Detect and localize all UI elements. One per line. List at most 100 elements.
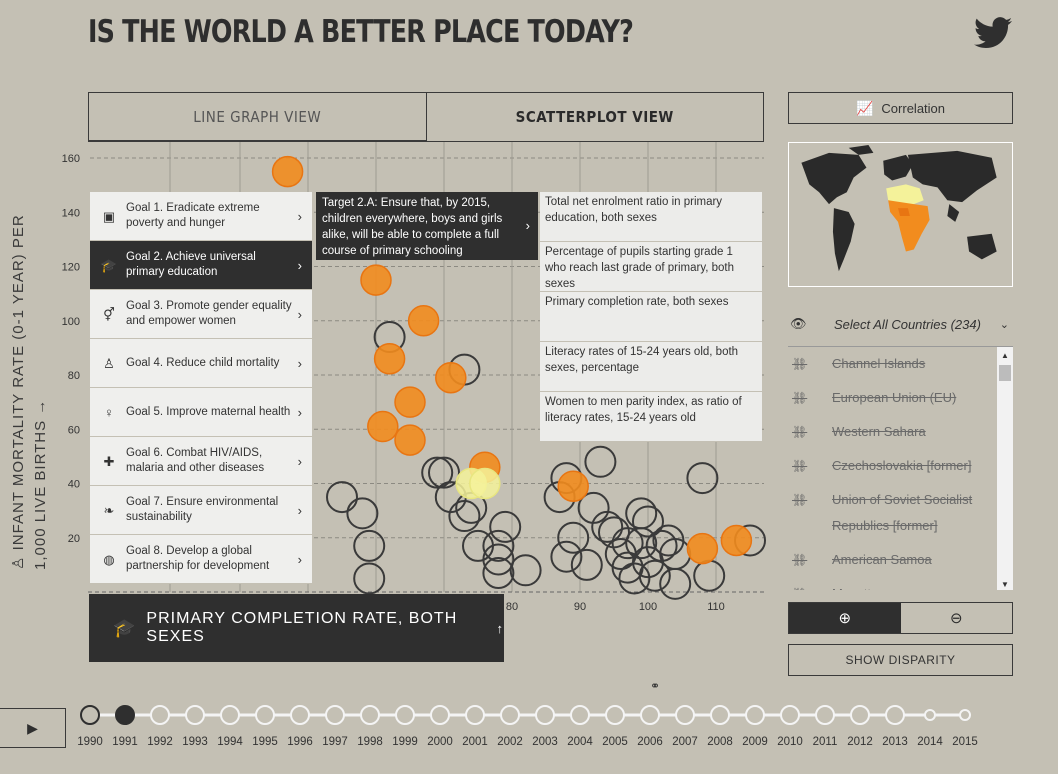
timeline-year-label[interactable]: 2010: [777, 736, 803, 748]
timeline-year-dot[interactable]: [115, 705, 135, 725]
data-point[interactable]: [509, 554, 542, 587]
data-point[interactable]: [394, 424, 426, 456]
timeline-year-label[interactable]: 1997: [322, 736, 348, 748]
data-point[interactable]: [353, 529, 386, 562]
timeline-year-label[interactable]: 1999: [392, 736, 418, 748]
data-point[interactable]: [550, 540, 583, 573]
timeline-year-label[interactable]: 2015: [952, 736, 978, 748]
timeline-year-dot[interactable]: [780, 705, 800, 725]
data-point[interactable]: [482, 529, 515, 562]
timeline-year-dot[interactable]: [220, 705, 240, 725]
zoom-out-button[interactable]: ⊖: [901, 603, 1013, 633]
timeline-year-label[interactable]: 1998: [357, 736, 383, 748]
timeline-year-label[interactable]: 1993: [182, 736, 208, 748]
data-point[interactable]: [591, 510, 624, 543]
y-axis-label[interactable]: ♙ INFANT MORTALITY RATE (0-1 YEAR) PER 1…: [8, 170, 52, 570]
timeline-year-dot[interactable]: [745, 705, 765, 725]
timeline-year-label[interactable]: 1996: [287, 736, 313, 748]
data-point[interactable]: [367, 410, 399, 443]
data-point[interactable]: [346, 497, 379, 530]
timeline-year-label[interactable]: 2001: [462, 736, 488, 748]
timeline-year-label[interactable]: 2000: [427, 736, 453, 748]
country-list-scrollbar[interactable]: ▲ ▼: [997, 347, 1013, 590]
scrollbar-thumb[interactable]: [999, 365, 1011, 381]
data-point[interactable]: [469, 467, 501, 500]
country-item[interactable]: ⛓ European Union (EU): [788, 381, 1013, 415]
data-point[interactable]: [686, 462, 719, 495]
data-point[interactable]: [659, 567, 692, 600]
timeline-year-label[interactable]: 2009: [742, 736, 768, 748]
data-point[interactable]: [353, 562, 386, 595]
timeline-year-dot[interactable]: [959, 709, 971, 721]
country-item[interactable]: ⛓ Union of Soviet Socialist Republics [fo…: [788, 483, 1013, 543]
goal-item-1[interactable]: ▣ Goal 1. Eradicate extreme poverty and h…: [90, 192, 312, 241]
data-point[interactable]: [271, 155, 304, 188]
goal-item-7[interactable]: ❧ Goal 7. Ensure environmental sustainabi…: [90, 486, 312, 535]
data-point[interactable]: [448, 500, 481, 533]
timeline-year-dot[interactable]: [290, 705, 310, 725]
timeline-year-dot[interactable]: [710, 705, 730, 725]
timeline-year-dot[interactable]: [185, 705, 205, 725]
country-list[interactable]: ⛓ Channel Islands ⛓ European Union (EU) ⛓ Wes…: [788, 346, 1013, 590]
link-icon[interactable]: ⚭: [650, 679, 660, 693]
data-point[interactable]: [326, 481, 358, 514]
timeline-year-dot[interactable]: [605, 705, 625, 725]
timeline-year-dot[interactable]: [325, 705, 345, 725]
indicator-item-1[interactable]: Total net enrolment ratio in primary edu…: [540, 192, 762, 242]
timeline-year-label[interactable]: 2007: [672, 736, 698, 748]
data-point[interactable]: [394, 386, 426, 418]
data-point[interactable]: [570, 548, 603, 581]
timeline-year-dot[interactable]: [360, 705, 380, 725]
country-item[interactable]: ⛓ Mayotte: [788, 577, 1013, 590]
chevron-down-icon[interactable]: ⌄: [1000, 318, 1009, 331]
country-item[interactable]: ⛓ Channel Islands: [788, 347, 1013, 381]
goal-item-4[interactable]: ♙ Goal 4. Reduce child mortality ›: [90, 339, 312, 388]
timeline-year-dot[interactable]: [640, 705, 660, 725]
target-2a-item[interactable]: Target 2.A: Ensure that, by 2015, childr…: [316, 192, 538, 260]
country-item[interactable]: ⛓ Western Sahara: [788, 415, 1013, 449]
timeline-year-label[interactable]: 2008: [707, 736, 733, 748]
timeline-year-dot[interactable]: [815, 705, 835, 725]
data-point[interactable]: [360, 264, 392, 296]
goal-item-8[interactable]: ◍ Goal 8. Develop a global partnership fo…: [90, 535, 312, 584]
timeline-year-label[interactable]: 2012: [847, 736, 873, 748]
data-point[interactable]: [373, 342, 406, 375]
timeline-year-dot[interactable]: [675, 705, 695, 725]
timeline-year-label[interactable]: 1990: [77, 736, 103, 748]
correlation-button[interactable]: 📈 Correlation: [788, 92, 1013, 124]
tab-scatterplot-view[interactable]: SCATTERPLOT VIEW: [425, 93, 763, 141]
scroll-up-icon[interactable]: ▲: [1001, 351, 1009, 360]
timeline-year-label[interactable]: 1994: [217, 736, 243, 748]
tab-line-graph-view[interactable]: LINE GRAPH VIEW: [89, 93, 426, 141]
data-point[interactable]: [598, 516, 630, 549]
timeline-year-label[interactable]: 2003: [532, 736, 558, 748]
timeline-year-dot[interactable]: [430, 705, 450, 725]
world-map[interactable]: [788, 142, 1013, 287]
indicator-item-2[interactable]: Percentage of pupils starting grade 1 wh…: [540, 242, 762, 292]
data-point[interactable]: [482, 543, 515, 576]
scroll-down-icon[interactable]: ▼: [1001, 580, 1009, 589]
timeline-year-dot[interactable]: [570, 705, 590, 725]
goal-item-2[interactable]: 🎓 Goal 2. Achieve universal primary educa…: [90, 241, 312, 290]
goal-item-3[interactable]: ⚥ Goal 3. Promote gender equality and emp…: [90, 290, 312, 339]
timeline-year-dot[interactable]: [465, 705, 485, 725]
data-point[interactable]: [625, 497, 658, 530]
goal-item-5[interactable]: ♀ Goal 5. Improve maternal health ›: [90, 388, 312, 437]
timeline-year-dot[interactable]: [80, 705, 100, 725]
select-all-countries[interactable]: 👁 Select All Countries (234) ⌄: [788, 312, 1013, 336]
timeline-year-label[interactable]: 1991: [112, 736, 138, 748]
timeline-year-label[interactable]: 2005: [602, 736, 628, 748]
timeline-year-label[interactable]: 1992: [147, 736, 173, 748]
x-axis-selector[interactable]: 🎓 PRIMARY COMPLETION RATE, BOTH SEXES ↑: [89, 594, 504, 662]
indicator-item-3[interactable]: Primary completion rate, both sexes: [540, 292, 762, 342]
timeline-year-dot[interactable]: [885, 705, 905, 725]
country-item[interactable]: ⛓ American Samoa: [788, 543, 1013, 577]
timeline-year-label[interactable]: 2002: [497, 736, 523, 748]
timeline-year-label[interactable]: 2006: [637, 736, 663, 748]
timeline-year-label[interactable]: 2013: [882, 736, 908, 748]
timeline-year-label[interactable]: 2014: [917, 736, 943, 748]
timeline-year-dot[interactable]: [500, 705, 520, 725]
indicator-item-5[interactable]: Women to men parity index, as ratio of l…: [540, 392, 762, 442]
timeline-year-label[interactable]: 2011: [813, 736, 838, 748]
indicator-item-4[interactable]: Literacy rates of 15-24 years old, both …: [540, 342, 762, 392]
